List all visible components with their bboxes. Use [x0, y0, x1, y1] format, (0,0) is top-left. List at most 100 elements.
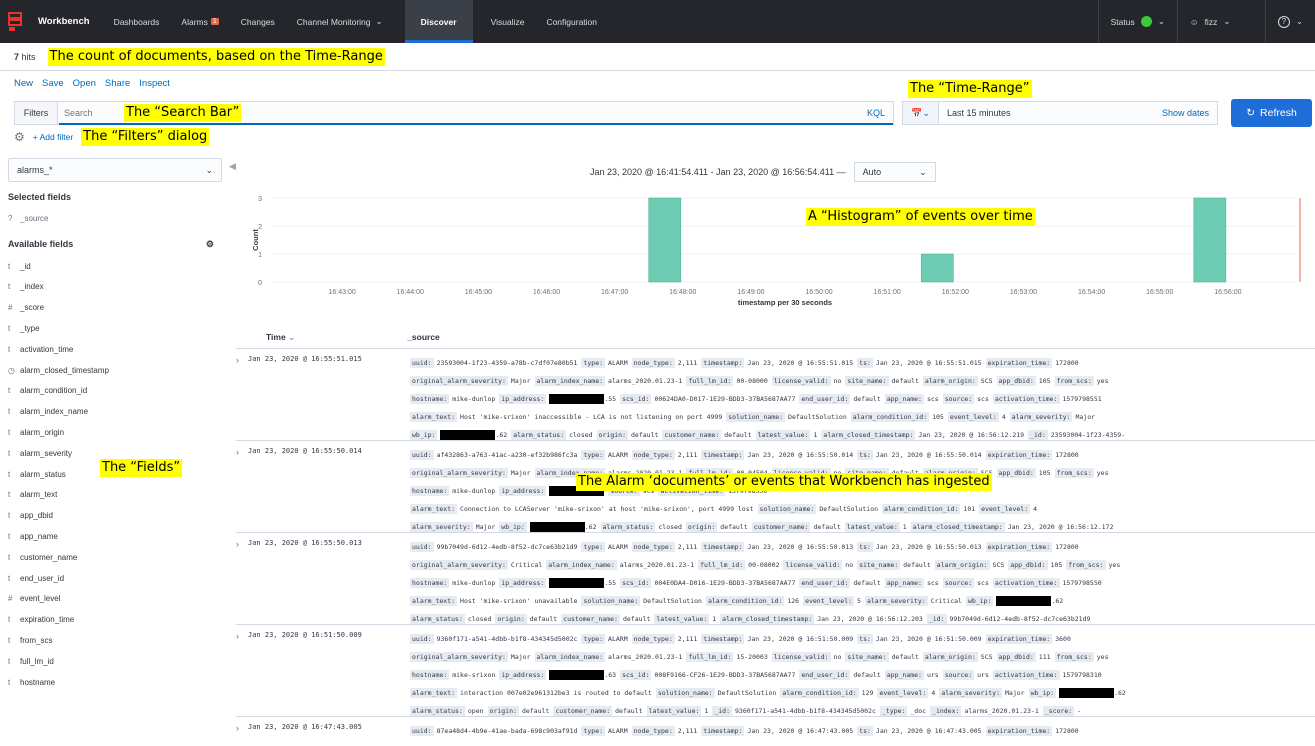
nav-dashboards[interactable]: Dashboards	[114, 0, 160, 43]
source-value: 2,111	[677, 543, 698, 551]
source-key: latest_value:	[654, 614, 710, 624]
brand-name[interactable]: Workbench	[38, 16, 90, 27]
expand-row-icon[interactable]: ›	[236, 447, 239, 457]
field-item[interactable]: # _score	[8, 297, 226, 318]
field-item[interactable]: t from_scs	[8, 630, 226, 651]
nav-changes[interactable]: Changes	[241, 0, 275, 43]
nav-discover[interactable]: Discover	[404, 0, 473, 43]
annotation-fields: The “Fields”	[100, 459, 183, 477]
source-key: end_user_id:	[799, 670, 851, 680]
table-row[interactable]: › Jan 23, 2020 @ 16:55:50.013 uuid: 99b7049…	[236, 532, 1315, 624]
field-item[interactable]: t alarm_text	[8, 485, 226, 506]
refresh-button[interactable]: ↻ Refresh	[1231, 99, 1312, 127]
nav-channel-monitoring[interactable]: Channel Monitoring ⌄	[297, 0, 383, 43]
workbench-logo-icon[interactable]	[0, 0, 30, 43]
source-value: 2,111	[677, 635, 698, 643]
source-key: alarm_index_name:	[534, 376, 606, 386]
source-key: _id:	[1028, 430, 1048, 440]
field-item[interactable]: t app_dbid	[8, 505, 226, 526]
expand-row-icon[interactable]: ›	[236, 631, 239, 641]
expand-row-icon[interactable]: ›	[236, 539, 239, 549]
source-value: urs	[977, 671, 989, 679]
source-value: Major	[1005, 689, 1025, 697]
inspect-link[interactable]: Inspect	[139, 78, 170, 89]
source-line: alarm_text: Connection to LCAServer 'mike…	[410, 500, 1310, 518]
field-item[interactable]: t _id	[8, 256, 226, 277]
source-key: origin:	[685, 522, 718, 532]
calendar-icon[interactable]: 📅⌄	[903, 102, 939, 124]
source-key: app_dbid:	[996, 468, 1036, 478]
source-value: default	[903, 561, 931, 569]
source-value: 2,111	[677, 359, 698, 367]
source-key: uuid:	[410, 450, 434, 460]
field-item[interactable]: t activation_time	[8, 339, 226, 360]
table-row[interactable]: › Jan 23, 2020 @ 16:47:43.005 uuid: 87ea48d…	[236, 716, 1315, 746]
chevron-down-icon: ⌄	[1157, 16, 1165, 26]
field-item[interactable]: ◷ alarm_closed_timestamp	[8, 360, 226, 381]
field-item[interactable]: t expiration_time	[8, 609, 226, 630]
expand-row-icon[interactable]: ›	[236, 723, 239, 733]
col-time-header[interactable]: Time ⌄	[266, 332, 295, 343]
y-tick-label: 1	[258, 252, 262, 259]
interval-select[interactable]: Auto ⌄	[853, 162, 936, 182]
source-value: Host 'mike-srixon' unavailable	[460, 597, 578, 605]
source-key: expiration_time:	[985, 542, 1053, 552]
x-tick-label: 16:56:00	[1214, 289, 1241, 296]
field-item[interactable]: t _type	[8, 318, 226, 339]
field-item[interactable]: # event_level	[8, 589, 226, 610]
time-range-value[interactable]: Last 15 minutes	[947, 108, 1162, 118]
nav-visualize[interactable]: Visualize	[491, 0, 525, 43]
help-menu[interactable]: ? ⌄	[1264, 0, 1315, 43]
source-value: 87ea48d4-4b9e-41ae-bada-698c903af91d	[436, 727, 578, 735]
field-item[interactable]: t app_name	[8, 526, 226, 547]
source-value: open	[467, 707, 484, 715]
nav-configuration[interactable]: Configuration	[546, 0, 597, 43]
field-name: alarm_condition_id	[20, 386, 88, 396]
field-type-icon: #	[8, 594, 13, 604]
field-item[interactable]: t alarm_origin	[8, 422, 226, 443]
source-key: uuid:	[410, 634, 434, 644]
source-key: activation_time:	[992, 578, 1060, 588]
field-item[interactable]: t _index	[8, 277, 226, 298]
save-link[interactable]: Save	[42, 78, 64, 89]
source-value: _doc	[910, 707, 927, 715]
source-line: alarm_text: Host 'mike-srixon' unavailabl…	[410, 592, 1310, 610]
index-pattern-select[interactable]: alarms_* ⌄	[8, 158, 222, 182]
source-value: Jan 23, 2020 @ 16:56:12.219	[918, 431, 1025, 439]
table-row[interactable]: › Jan 23, 2020 @ 16:51:50.009 uuid: 9360f17…	[236, 624, 1315, 716]
field-item[interactable]: t end_user_id	[8, 568, 226, 589]
add-filter-button[interactable]: + Add filter	[33, 132, 73, 142]
share-link[interactable]: Share	[105, 78, 130, 89]
source-value: default	[853, 579, 881, 587]
field-item[interactable]: ? _source	[8, 208, 226, 229]
table-row[interactable]: › Jan 23, 2020 @ 16:55:51.015 uuid: 2359300…	[236, 348, 1315, 440]
field-type-icon: t	[8, 448, 11, 458]
nav-alarms[interactable]: Alarms 1	[181, 0, 219, 43]
field-item[interactable]: t alarm_index_name	[8, 401, 226, 422]
collapse-sidebar-icon[interactable]: ◀	[229, 161, 236, 172]
status-menu[interactable]: Status ⌄	[1097, 0, 1177, 43]
histogram-bar	[1193, 197, 1227, 283]
field-name: alarm_text	[20, 490, 58, 500]
source-key: scs_id:	[620, 578, 652, 588]
gear-icon[interactable]: ⚙	[14, 130, 25, 144]
expand-row-icon[interactable]: ›	[236, 355, 239, 365]
x-tick-label: 16:44:00	[397, 289, 424, 296]
open-link[interactable]: Open	[73, 78, 96, 89]
source-value: 1	[712, 615, 717, 623]
field-item[interactable]: t alarm_condition_id	[8, 381, 226, 402]
redacted-block	[549, 670, 605, 680]
show-dates-link[interactable]: Show dates	[1162, 108, 1209, 118]
source-line: uuid: 99b7049d-6d12-4edb-8f52-dc7ce63b21d…	[410, 538, 1310, 556]
field-item[interactable]: t customer_name	[8, 547, 226, 568]
row-source: uuid: 87ea48d4-4b9e-41ae-bada-698c903af91…	[410, 722, 1310, 740]
user-menu[interactable]: ☺ fizz ⌄	[1176, 0, 1265, 43]
source-line: alarm_text: interaction 007e02e961312be3 …	[410, 684, 1310, 702]
kql-toggle[interactable]: KQL	[867, 108, 885, 118]
source-key: _id:	[926, 614, 947, 624]
source-key: from_scs:	[1066, 560, 1106, 570]
gear-icon[interactable]: ⚙	[206, 239, 214, 250]
field-item[interactable]: t full_lm_id	[8, 651, 226, 672]
field-item[interactable]: t hostname	[8, 672, 226, 693]
new-link[interactable]: New	[14, 78, 33, 89]
